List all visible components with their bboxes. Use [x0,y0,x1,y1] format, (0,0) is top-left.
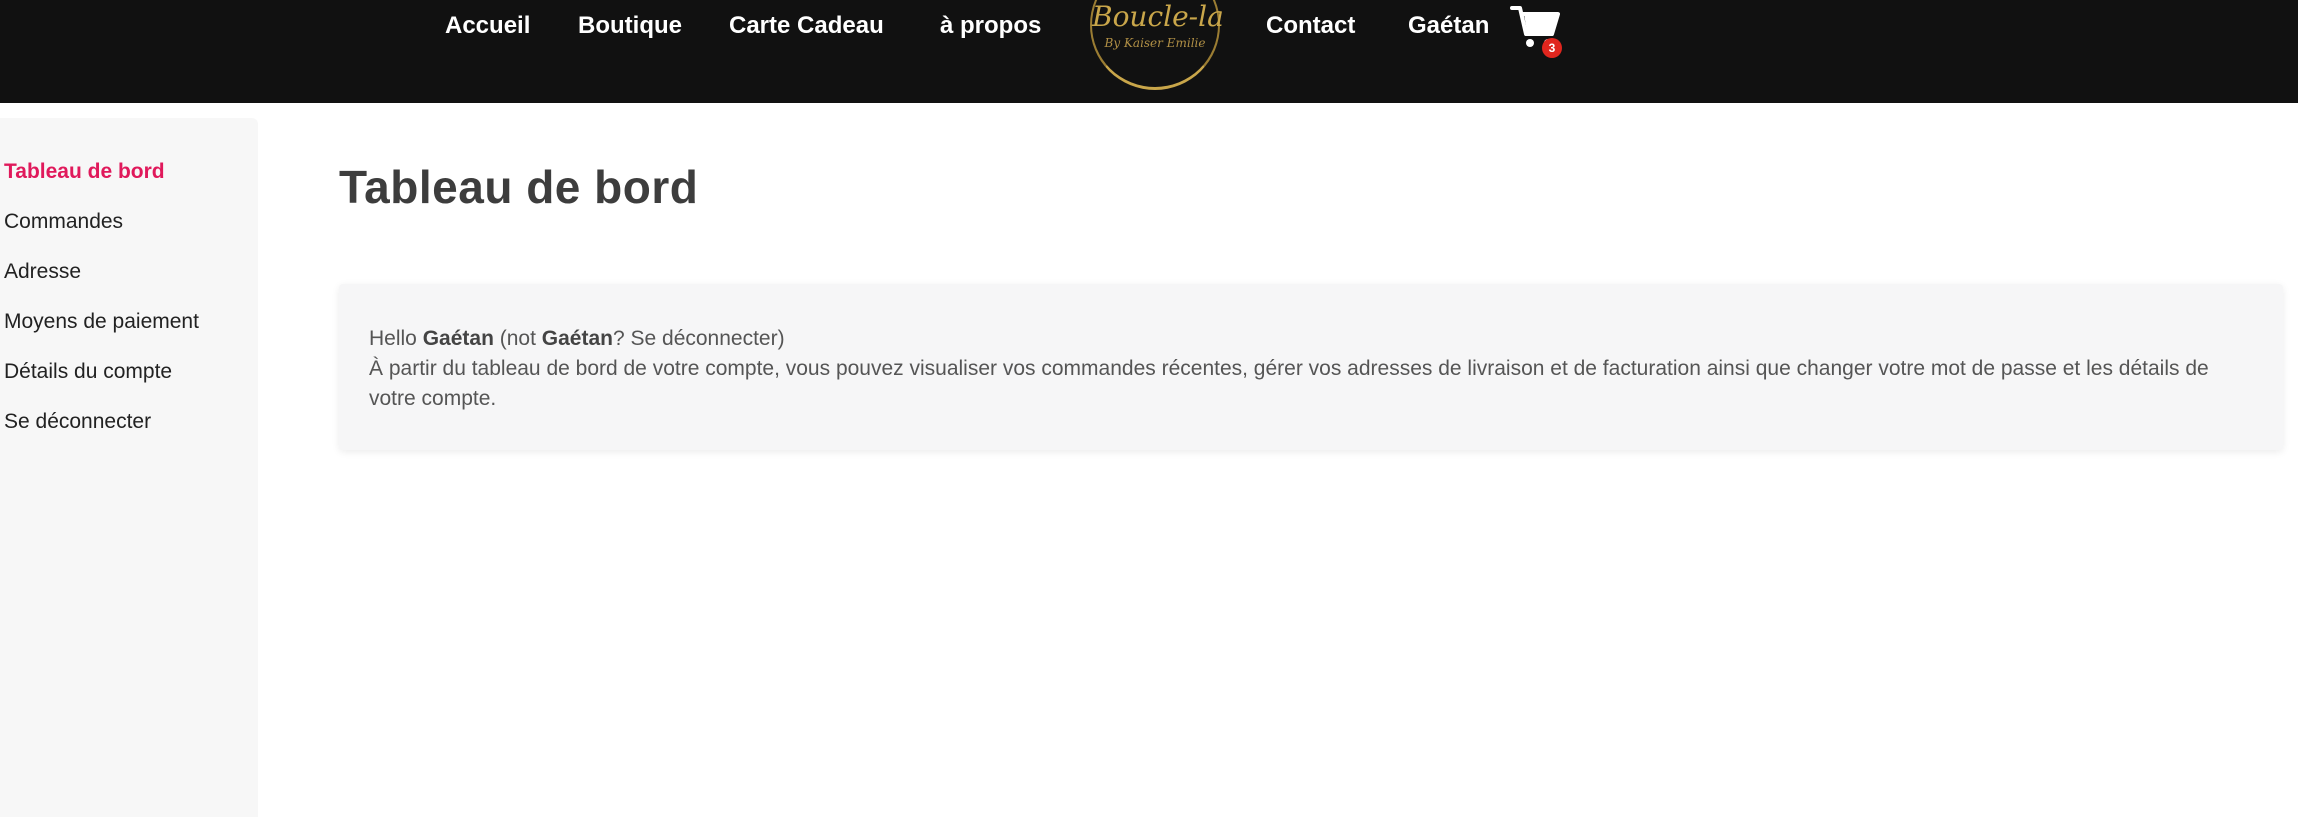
nav-boutique[interactable]: Boutique [578,12,682,40]
greeting-username: Gaétan [422,327,494,350]
nav-carte-cadeau[interactable]: Carte Cadeau [729,12,884,40]
sidebar-item-adresse[interactable]: Adresse [4,260,81,284]
site-logo[interactable]: Boucle-la By Kaiser Emilie [1090,0,1224,90]
site-header: Accueil Boutique Carte Cadeau à propos B… [0,0,2298,103]
sidebar-item-moyens-de-paiement[interactable]: Moyens de paiement [4,310,199,334]
greeting-not-open: (not [499,327,536,350]
logo-title: Boucle-la [1092,0,1224,33]
greeting-line: Hello Gaétan (not Gaétan? Se déconnecter… [369,324,2253,354]
sidebar-item-tableau-de-bord[interactable]: Tableau de bord [4,160,165,184]
dashboard-info-box: Hello Gaétan (not Gaétan? Se déconnecter… [339,284,2283,450]
logo-subtitle: By Kaiser Emilie [1104,36,1206,50]
sidebar-item-details-du-compte[interactable]: Détails du compte [4,360,172,384]
greeting-logout-link[interactable]: ? Se déconnecter) [613,327,785,350]
nav-accueil[interactable]: Accueil [445,12,530,40]
dashboard-description: À partir du tableau de bord de votre com… [369,357,2209,410]
nav-a-propos[interactable]: à propos [940,12,1041,40]
account-sidebar: Tableau de bord Commandes Adresse Moyens… [0,118,258,817]
page-title: Tableau de bord [339,161,699,213]
nav-contact[interactable]: Contact [1266,12,1355,40]
sidebar-item-se-deconnecter[interactable]: Se déconnecter [4,410,151,434]
cart-button[interactable]: 3 [1510,4,1562,58]
cart-count-badge: 3 [1542,38,1562,58]
sidebar-item-commandes[interactable]: Commandes [4,210,123,234]
nav-account-gaetan[interactable]: Gaétan [1408,12,1489,40]
greeting-not-username: Gaétan [541,327,613,350]
greeting-hello: Hello [369,327,417,350]
